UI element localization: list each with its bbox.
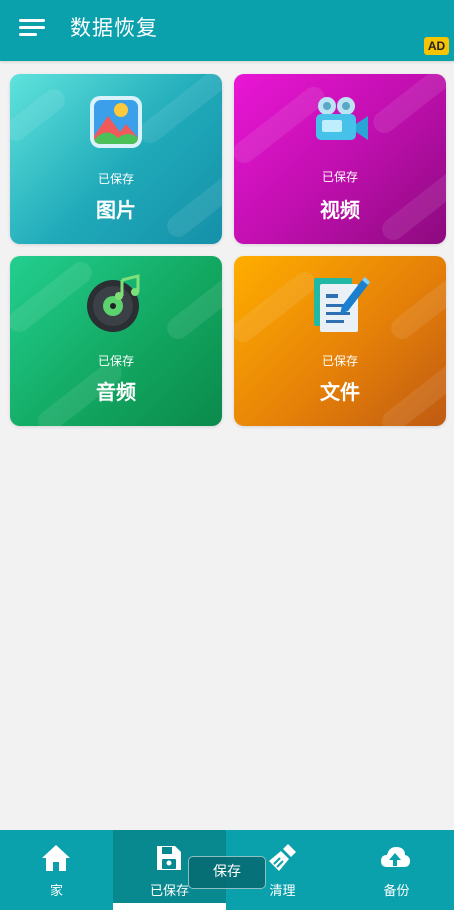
card-title: 视频 — [320, 198, 360, 222]
card-title: 音频 — [96, 380, 136, 404]
category-card-audio[interactable]: 已保存 音频 — [10, 256, 222, 426]
card-subtitle: 已保存 — [321, 354, 358, 368]
category-card-videos[interactable]: 已保存 视频 — [234, 74, 446, 244]
active-indicator — [113, 903, 226, 910]
category-card-files[interactable]: 已保存 文件 — [234, 256, 446, 426]
home-icon — [42, 845, 70, 871]
music-disc-icon — [87, 274, 140, 332]
nav-label: 家 — [49, 884, 63, 899]
cloud-upload-icon — [381, 847, 410, 867]
page-title: 数据恢复 — [70, 16, 158, 40]
menu-icon — [19, 19, 45, 22]
broom-icon — [269, 844, 296, 871]
image-icon — [90, 96, 142, 148]
card-subtitle: 已保存 — [97, 172, 134, 186]
document-edit-icon — [314, 277, 370, 332]
bottom-strip — [0, 903, 454, 910]
save-icon — [157, 846, 181, 870]
category-card-photos[interactable]: 已保存 图片 — [10, 74, 222, 244]
card-subtitle: 已保存 — [97, 354, 134, 368]
video-camera-icon — [316, 97, 368, 140]
nav-item-backup[interactable]: 备份 — [339, 830, 454, 903]
card-subtitle: 已保存 — [321, 170, 358, 184]
nav-item-home[interactable]: 家 — [0, 830, 113, 903]
card-title: 图片 — [96, 198, 136, 222]
toast-tooltip: 保存 — [188, 856, 266, 889]
menu-button[interactable] — [19, 17, 47, 39]
nav-label: 备份 — [383, 884, 410, 899]
app-bar: 数据恢复 AD — [0, 0, 454, 61]
card-title: 文件 — [320, 380, 360, 404]
ad-badge[interactable]: AD — [424, 37, 449, 55]
